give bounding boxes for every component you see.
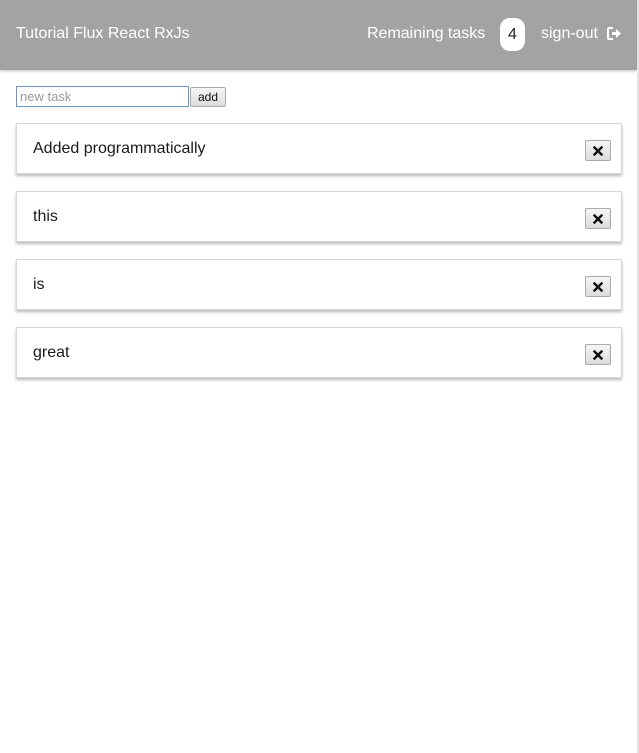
task-label: this (33, 208, 58, 225)
sign-out-label: sign-out (541, 25, 598, 42)
task-list: Added programmatically this is great (16, 123, 622, 395)
navbar: Tutorial Flux React RxJs Remaining tasks… (0, 0, 637, 70)
task-item: this (16, 191, 622, 242)
delete-task-button[interactable] (585, 276, 611, 297)
sign-out-link[interactable]: sign-out (541, 24, 622, 44)
remaining-count-badge: 4 (500, 18, 525, 51)
sign-out-icon (606, 26, 621, 40)
remaining-tasks-label: Remaining tasks (367, 25, 486, 42)
close-icon (593, 349, 603, 360)
delete-task-button[interactable] (585, 140, 611, 161)
delete-task-button[interactable] (585, 208, 611, 229)
task-item: great (16, 327, 622, 378)
task-item: is (16, 259, 622, 310)
close-icon (593, 145, 603, 156)
close-icon (593, 281, 603, 292)
task-label: Added programmatically (33, 140, 206, 157)
task-item: Added programmatically (16, 123, 622, 174)
new-task-input[interactable] (16, 86, 189, 107)
app-title: Tutorial Flux React RxJs (16, 25, 190, 42)
task-label: great (33, 344, 70, 361)
task-label: is (33, 276, 45, 293)
add-task-button[interactable]: add (190, 87, 226, 107)
delete-task-button[interactable] (585, 344, 611, 365)
close-icon (593, 213, 603, 224)
